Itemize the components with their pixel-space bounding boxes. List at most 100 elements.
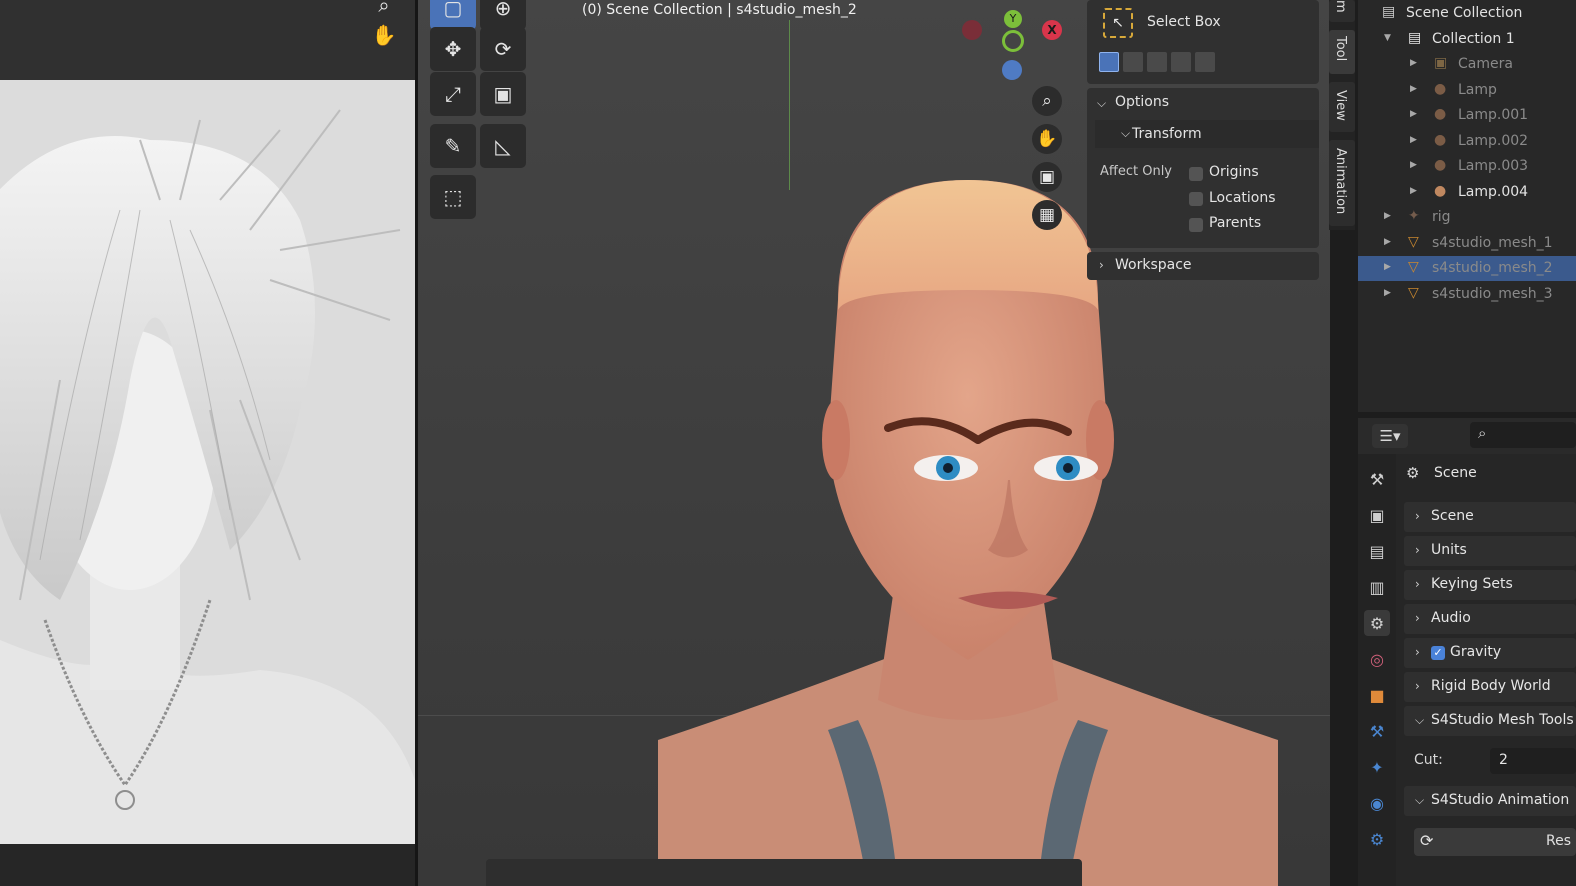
outliner-row-label: s4studio_mesh_3 (1432, 285, 1553, 302)
tab-m[interactable]: m (1329, 0, 1355, 22)
rotate-icon[interactable]: ⟳ (480, 27, 526, 71)
chevron-right-icon[interactable]: › (1415, 577, 1420, 591)
z-axis-dot[interactable] (1002, 60, 1022, 80)
gravity-checkbox[interactable]: ✓ (1431, 646, 1445, 660)
scene-icon[interactable]: ⚙ (1364, 610, 1390, 636)
object-icon[interactable]: ■ (1364, 682, 1390, 708)
expand-right-icon[interactable]: ▶ (1410, 58, 1417, 68)
expand-right-icon[interactable]: ▶ (1384, 288, 1391, 298)
expand-right-icon[interactable]: ▶ (1384, 237, 1391, 247)
cut-field[interactable]: 2 (1490, 748, 1576, 774)
add-cube-icon[interactable]: ⬚ (430, 175, 476, 219)
outliner-row[interactable]: ▶ ✦ rig (1358, 205, 1576, 230)
expand-right-icon[interactable]: ▶ (1384, 211, 1391, 221)
hand-icon[interactable]: ✋ (371, 22, 397, 48)
outliner-row[interactable]: ▶ ● Lamp.001 (1358, 103, 1576, 128)
chevron-down-icon[interactable]: ⌵ (1415, 713, 1424, 728)
scale-icon[interactable]: ⤢ (430, 72, 476, 116)
transform-subheader[interactable]: ⌵ Transform (1095, 120, 1319, 148)
neg-x-axis-dot[interactable] (962, 20, 982, 40)
expand-right-icon[interactable]: ▶ (1410, 135, 1417, 145)
zoom-icon[interactable]: ⌕ (1032, 86, 1062, 116)
camera-icon[interactable]: ▣ (1032, 162, 1062, 192)
options-header[interactable]: Options (1115, 94, 1169, 110)
expand-down-icon[interactable]: ▼ (1384, 33, 1391, 43)
measure-icon[interactable]: ◺ (480, 124, 526, 168)
select-box-icon[interactable]: ▢ (430, 0, 476, 30)
output-icon[interactable]: ▤ (1364, 538, 1390, 564)
chevron-right-icon[interactable]: › (1415, 509, 1420, 523)
image-editor-header: ⌕ ✋ (0, 0, 415, 80)
constraint-icon[interactable]: ⚙ (1364, 826, 1390, 852)
x-axis-dot[interactable]: X (1042, 20, 1062, 40)
y-axis-dot[interactable]: Y (1004, 10, 1022, 28)
tool-icon[interactable]: ⚒ (1364, 466, 1390, 492)
outliner-row[interactable]: ▶ ▽ s4studio_mesh_1 (1358, 231, 1576, 256)
panel-s4studio-animation[interactable]: ⌵ S4Studio Animation (1404, 786, 1576, 816)
parents-checkbox[interactable] (1189, 218, 1203, 232)
tab-view[interactable]: View (1329, 82, 1355, 132)
outliner-row[interactable]: ▶ ▣ Camera (1358, 52, 1576, 77)
workspace-panel[interactable]: › Workspace (1087, 252, 1319, 280)
lamp-icon: ● (1434, 131, 1447, 148)
pan-icon[interactable]: ✋ (1032, 124, 1062, 154)
panel-keying-sets[interactable]: › Keying Sets (1404, 570, 1576, 600)
chevron-down-icon[interactable]: ⌵ (1415, 793, 1424, 808)
chevron-right-icon[interactable]: › (1099, 258, 1104, 272)
move-icon[interactable]: ✥ (430, 27, 476, 71)
panel-rigid-body-world[interactable]: › Rigid Body World (1404, 672, 1576, 702)
panel-gravity[interactable]: › ✓ Gravity (1404, 638, 1576, 668)
mesh-icon: ▽ (1408, 233, 1419, 250)
panel-audio[interactable]: › Audio (1404, 604, 1576, 634)
particles-icon[interactable]: ✦ (1364, 754, 1390, 780)
reset-button[interactable]: ⟳ Res (1414, 828, 1576, 856)
chevron-right-icon[interactable]: › (1415, 679, 1420, 693)
cursor-icon[interactable]: ⊕ (480, 0, 526, 30)
outliner-row[interactable]: ▼ ▤ Collection 1 (1358, 27, 1576, 52)
chevron-right-icon[interactable]: › (1415, 611, 1420, 625)
outliner-row[interactable]: ▶ ● Lamp.002 (1358, 129, 1576, 154)
panel-s4studio-mesh-tools[interactable]: ⌵ S4Studio Mesh Tools (1404, 706, 1576, 736)
outliner-row[interactable]: ▶ ● Lamp.004 (1358, 180, 1576, 205)
panel-units[interactable]: › Units (1404, 536, 1576, 566)
transform-icon[interactable]: ▣ (480, 72, 526, 116)
chevron-right-icon[interactable]: › (1415, 543, 1420, 557)
mode-extend-icon[interactable] (1123, 52, 1143, 72)
outliner-row[interactable]: ▤ Scene Collection (1358, 1, 1576, 26)
chevron-right-icon[interactable]: › (1415, 645, 1420, 659)
locations-checkbox[interactable] (1189, 192, 1203, 206)
grid-icon[interactable]: ▦ (1032, 200, 1062, 230)
chevron-down-icon[interactable]: ⌵ (1097, 96, 1106, 111)
physics-icon[interactable]: ◉ (1364, 790, 1390, 816)
panel-scene[interactable]: › Scene (1404, 502, 1576, 532)
outliner-row[interactable]: ▶ ▽ s4studio_mesh_2 (1358, 256, 1576, 281)
properties-search-input[interactable]: ⌕ (1470, 422, 1576, 448)
expand-right-icon[interactable]: ▶ (1410, 109, 1417, 119)
editor-type-icon[interactable]: ☰▾ (1372, 424, 1408, 448)
mode-subtract-icon[interactable] (1147, 52, 1167, 72)
zoom-icon[interactable]: ⌕ (371, 0, 397, 18)
reset-label: Res (1546, 833, 1572, 849)
outliner-row[interactable]: ▶ ● Lamp (1358, 78, 1576, 103)
mode-invert-icon[interactable] (1171, 52, 1191, 72)
mode-new-icon[interactable] (1099, 52, 1119, 72)
expand-right-icon[interactable]: ▶ (1410, 186, 1417, 196)
expand-right-icon[interactable]: ▶ (1384, 262, 1391, 272)
outliner-row[interactable]: ▶ ● Lamp.003 (1358, 154, 1576, 179)
origins-checkbox[interactable] (1189, 167, 1203, 181)
outliner-row[interactable]: ▶ ▽ s4studio_mesh_3 (1358, 282, 1576, 307)
render-icon[interactable]: ▣ (1364, 502, 1390, 528)
view-layer-icon[interactable]: ▥ (1364, 574, 1390, 600)
world-icon[interactable]: ◎ (1364, 646, 1390, 672)
expand-right-icon[interactable]: ▶ (1410, 160, 1417, 170)
select-box-icon[interactable]: ↖ (1103, 8, 1133, 38)
tab-tool[interactable]: Tool (1329, 30, 1355, 74)
neg-y-axis-dot[interactable] (1002, 30, 1024, 52)
annotate-icon[interactable]: ✎ (430, 124, 476, 168)
expand-right-icon[interactable]: ▶ (1410, 84, 1417, 94)
chevron-down-icon[interactable]: ⌵ (1121, 126, 1130, 141)
tab-animation[interactable]: Animation (1329, 140, 1355, 226)
search-icon: ⌕ (1478, 424, 1487, 442)
modifier-icon[interactable]: ⚒ (1364, 718, 1390, 744)
mode-intersect-icon[interactable] (1195, 52, 1215, 72)
